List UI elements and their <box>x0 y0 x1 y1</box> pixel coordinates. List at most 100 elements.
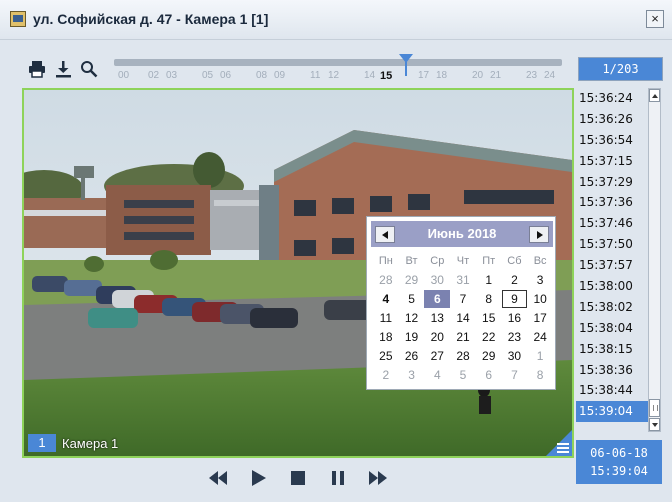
event-time-list: 15:36:24 15:36:26 15:36:54 15:37:15 15:37:29… <box>576 88 648 424</box>
timeline-label: 24 <box>544 70 556 81</box>
event-time-item[interactable]: 15:38:04 <box>576 318 648 339</box>
play-icon[interactable] <box>247 467 269 489</box>
calendar-day[interactable]: 22 <box>476 328 502 346</box>
timeline-label: 03 <box>166 70 178 81</box>
calendar-month-title: Июнь 2018 <box>427 226 497 241</box>
timeline-label: 06 <box>220 70 232 81</box>
calendar-day[interactable]: 16 <box>502 309 528 327</box>
print-icon[interactable] <box>28 60 46 78</box>
event-time-item[interactable]: 15:38:15 <box>576 339 648 360</box>
event-time-item[interactable]: 15:37:29 <box>576 172 648 193</box>
stop-icon[interactable] <box>287 467 309 489</box>
event-time-item[interactable]: 15:37:46 <box>576 213 648 234</box>
event-time-item[interactable]: 15:36:24 <box>576 88 648 109</box>
next-month-button[interactable] <box>529 226 549 243</box>
timeline-label: 17 <box>418 70 430 81</box>
scroll-down-button[interactable] <box>649 418 660 431</box>
pause-icon[interactable] <box>327 467 349 489</box>
calendar-day[interactable]: 17 <box>527 309 553 327</box>
title-bar: ул. Софийская д. 47 - Камера 1 [1] × <box>0 0 672 40</box>
calendar-day[interactable]: 5 <box>399 290 425 308</box>
calendar-day[interactable]: 29 <box>476 347 502 365</box>
event-time-item[interactable]: 15:38:44 <box>576 380 648 401</box>
timeline-label: 20 <box>472 70 484 81</box>
calendar-day[interactable]: 10 <box>527 290 553 308</box>
timeline-label: 23 <box>526 70 538 81</box>
calendar-day[interactable]: 11 <box>373 309 399 327</box>
calendar-day[interactable]: 3 <box>527 271 553 289</box>
calendar-day[interactable]: 4 <box>373 290 399 308</box>
calendar-day[interactable]: 20 <box>424 328 450 346</box>
event-time-item[interactable]: 15:38:02 <box>576 297 648 318</box>
calendar-day[interactable]: 6 <box>476 366 502 384</box>
calendar-day[interactable]: 7 <box>450 290 476 308</box>
calendar-day[interactable]: 19 <box>399 328 425 346</box>
calendar-day[interactable]: 28 <box>450 347 476 365</box>
calendar-grid: Пн Вт Ср Чт Пт Сб Вс 28 29 30 31 1 2 3 4 5 6 7 8 9 10 11 12 13 1… <box>373 253 553 384</box>
event-time-item[interactable]: 15:37:15 <box>576 151 648 172</box>
rewind-icon[interactable] <box>207 467 229 489</box>
event-list-scrollbar[interactable] <box>648 88 661 432</box>
calendar-weekday: Ср <box>430 255 445 267</box>
event-time-item[interactable]: 15:37:57 <box>576 255 648 276</box>
calendar-day[interactable]: 9 <box>501 290 528 308</box>
download-icon[interactable] <box>54 60 72 78</box>
calendar-day[interactable]: 25 <box>373 347 399 365</box>
calendar-day[interactable]: 29 <box>399 271 425 289</box>
calendar-day[interactable]: 14 <box>450 309 476 327</box>
timeline[interactable]: 00 02 03 05 06 08 09 11 12 14 15 17 18 20 21 23 24 <box>114 54 562 86</box>
calendar-day[interactable]: 23 <box>502 328 528 346</box>
event-time-item[interactable]: 15:37:36 <box>576 192 648 213</box>
fast-forward-icon[interactable] <box>367 467 389 489</box>
calendar-day[interactable]: 8 <box>476 290 502 308</box>
event-time-item[interactable]: 15:36:26 <box>576 109 648 130</box>
zoom-icon[interactable] <box>80 60 98 78</box>
calendar-day[interactable]: 1 <box>476 271 502 289</box>
calendar-day[interactable]: 18 <box>373 328 399 346</box>
calendar-day[interactable]: 30 <box>424 271 450 289</box>
calendar-day[interactable]: 12 <box>399 309 425 327</box>
scroll-up-button[interactable] <box>649 89 660 102</box>
timeline-label: 08 <box>256 70 268 81</box>
timeline-track[interactable] <box>114 59 562 66</box>
calendar-day[interactable]: 7 <box>502 366 528 384</box>
calendar-day[interactable]: 26 <box>399 347 425 365</box>
calendar-day[interactable]: 13 <box>424 309 450 327</box>
calendar-day[interactable]: 28 <box>373 271 399 289</box>
scrollbar-thumb[interactable] <box>649 399 660 417</box>
calendar-day[interactable]: 2 <box>373 366 399 384</box>
calendar-weekday: Чт <box>456 255 470 267</box>
event-time-item[interactable]: 15:39:04 <box>576 401 648 423</box>
event-time-item[interactable]: 15:38:36 <box>576 360 648 381</box>
timeline-label: 18 <box>436 70 448 81</box>
app-icon <box>10 11 26 27</box>
calendar-day[interactable]: 3 <box>399 366 425 384</box>
calendar-day[interactable]: 5 <box>450 366 476 384</box>
playback-controls <box>22 460 574 496</box>
event-time-item[interactable]: 15:36:54 <box>576 130 648 151</box>
calendar-day[interactable]: 4 <box>424 366 450 384</box>
calendar-day[interactable]: 21 <box>450 328 476 346</box>
calendar-day[interactable]: 8 <box>527 366 553 384</box>
calendar-day[interactable]: 6 <box>424 290 451 308</box>
calendar-weekday: Вс <box>533 255 547 267</box>
event-time-item[interactable]: 15:37:50 <box>576 234 648 255</box>
timeline-labels: 00 02 03 05 06 08 09 11 12 14 15 17 18 20 21 23 24 <box>114 70 562 84</box>
calendar-day[interactable]: 2 <box>502 271 528 289</box>
calendar-day[interactable]: 24 <box>527 328 553 346</box>
calendar-day[interactable]: 30 <box>502 347 528 365</box>
close-button[interactable]: × <box>646 10 664 28</box>
calendar-day[interactable]: 27 <box>424 347 450 365</box>
toolbar: 00 02 03 05 06 08 09 11 12 14 15 17 18 20 21 23 24 <box>22 52 572 86</box>
timeline-marker[interactable] <box>399 54 414 76</box>
calendar-day[interactable]: 15 <box>476 309 502 327</box>
calendar-day[interactable]: 1 <box>527 347 553 365</box>
timeline-label: 09 <box>274 70 286 81</box>
timeline-label: 11 <box>310 70 321 81</box>
current-date: 06-06-18 <box>590 446 648 460</box>
event-time-item[interactable]: 15:38:00 <box>576 276 648 297</box>
calendar-weekday: Пт <box>482 255 496 267</box>
calendar-day[interactable]: 31 <box>450 271 476 289</box>
window-title: ул. Софийская д. 47 - Камера 1 [1] <box>33 11 269 27</box>
menu-icon[interactable] <box>557 443 569 453</box>
